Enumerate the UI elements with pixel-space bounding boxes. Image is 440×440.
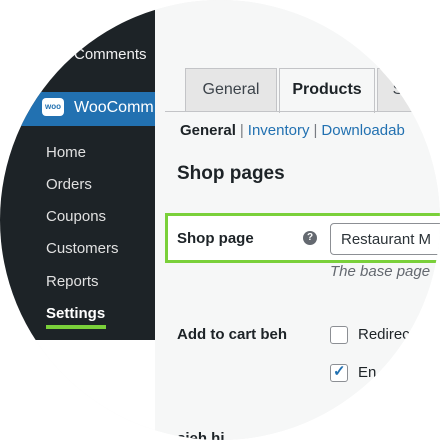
active-item-underline (46, 325, 106, 329)
add-to-cart-label: Add to cart beh (177, 326, 288, 343)
sidebar-subitem-customers[interactable]: Customers (46, 240, 119, 257)
sidebar-subitem-coupons[interactable]: Coupons (46, 208, 106, 225)
tab-general[interactable]: General (185, 68, 277, 111)
sidebar-menu: Comments woo WooComm Home Orders Coupons… (0, 0, 155, 340)
sidebar-subitem-orders[interactable]: Orders (46, 176, 92, 193)
sidebar-item-comments[interactable]: Comments (74, 46, 164, 63)
sidebar-item-woocommerce[interactable]: woo WooComm (0, 92, 155, 126)
shop-page-label: Shop page (177, 230, 254, 247)
settings-main: General Products S General | Inventory | Dow… (155, 0, 440, 440)
admin-sidebar: Comments woo WooComm Home Orders Coupons… (0, 0, 155, 440)
sidebar-subitem-reports[interactable]: Reports (46, 273, 99, 290)
sidebar-subitem-settings[interactable]: Settings (46, 305, 105, 322)
tabs-divider (165, 111, 440, 112)
woocommerce-logo-icon: woo (42, 98, 64, 116)
section-subnav: General | Inventory | Downloadab (180, 122, 405, 139)
subnav-separator: | (313, 122, 318, 139)
help-icon[interactable]: ? (303, 231, 317, 245)
tab-shipping[interactable]: S (377, 68, 419, 111)
next-row-label: sieh hi (177, 430, 225, 440)
enable-ajax-checkbox[interactable]: ✓ (330, 363, 348, 382)
sidebar-subitem-home[interactable]: Home (46, 144, 86, 161)
shop-page-description: The base page (330, 263, 431, 280)
redirect-checkbox[interactable] (330, 326, 348, 344)
checkmark-icon: ✓ (333, 363, 346, 380)
section-title: Shop pages (177, 163, 285, 184)
circular-crop: Comments woo WooComm Home Orders Coupons… (0, 0, 440, 440)
screenshot-stage: Comments woo WooComm Home Orders Coupons… (0, 0, 440, 440)
subnav-inventory[interactable]: Inventory (248, 122, 310, 139)
sidebar-item-woocommerce-label: WooComm (74, 99, 154, 116)
tab-products[interactable]: Products (279, 68, 375, 113)
redirect-checkbox-label: Redirec (358, 326, 410, 343)
enable-ajax-checkbox-label: En (358, 364, 377, 381)
subnav-separator: | (239, 122, 244, 139)
subnav-general[interactable]: General (180, 122, 236, 139)
subnav-downloadable[interactable]: Downloadab (321, 122, 404, 139)
shop-page-select[interactable]: Restaurant M (330, 223, 440, 255)
